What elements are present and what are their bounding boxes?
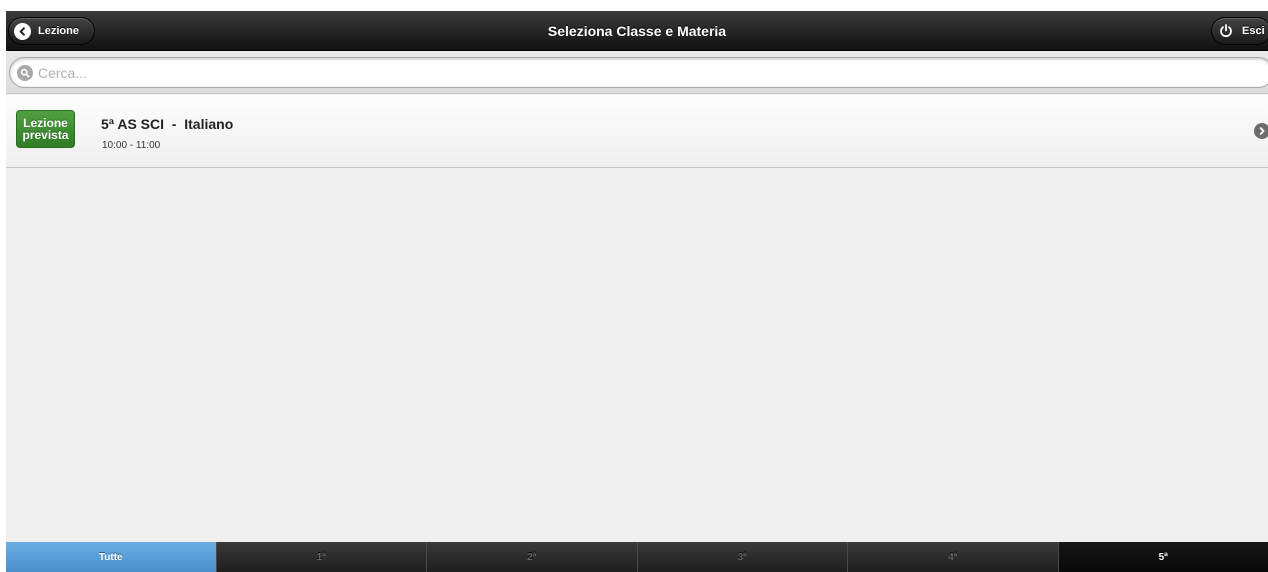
search-bar bbox=[6, 52, 1268, 94]
chevron-right-icon bbox=[1254, 123, 1268, 139]
tab-year-3[interactable]: 3ª bbox=[636, 542, 847, 572]
search-field[interactable] bbox=[9, 57, 1268, 88]
exit-button-label: Esci bbox=[1242, 25, 1265, 37]
tab-year-5[interactable]: 5ª bbox=[1057, 542, 1268, 572]
list-item-time: 10:00 - 11:00 bbox=[102, 140, 161, 151]
class-filter-tabbar: Tutte 1ª 2ª 3ª 4ª 5ª bbox=[6, 542, 1268, 572]
search-input[interactable] bbox=[38, 64, 1238, 81]
chevron-left-icon bbox=[14, 22, 31, 40]
lesson-status-badge: Lezione prevista bbox=[16, 110, 75, 148]
tab-year-2[interactable]: 2ª bbox=[426, 542, 637, 572]
tab-year-4[interactable]: 4ª bbox=[847, 542, 1058, 572]
search-icon bbox=[17, 64, 33, 81]
page-title: Seleziona Classe e Materia bbox=[547, 23, 727, 39]
tab-all[interactable]: Tutte bbox=[6, 542, 216, 572]
badge-line-2: prevista bbox=[22, 128, 69, 142]
list-item-title: 5ª AS SCI - Italiano bbox=[101, 116, 234, 132]
power-icon bbox=[1217, 22, 1235, 40]
tab-year-1[interactable]: 1ª bbox=[215, 542, 426, 572]
header-bar: Seleziona Classe e Materia Lezione Esci bbox=[6, 11, 1268, 51]
back-button-label: Lezione bbox=[38, 25, 79, 37]
list-item[interactable]: Lezione prevista 5ª AS SCI - Italiano 10… bbox=[6, 95, 1268, 168]
app-window: Seleziona Classe e Materia Lezione Esci bbox=[6, 11, 1268, 572]
exit-button[interactable]: Esci bbox=[1211, 17, 1268, 45]
back-button[interactable]: Lezione bbox=[8, 17, 95, 45]
